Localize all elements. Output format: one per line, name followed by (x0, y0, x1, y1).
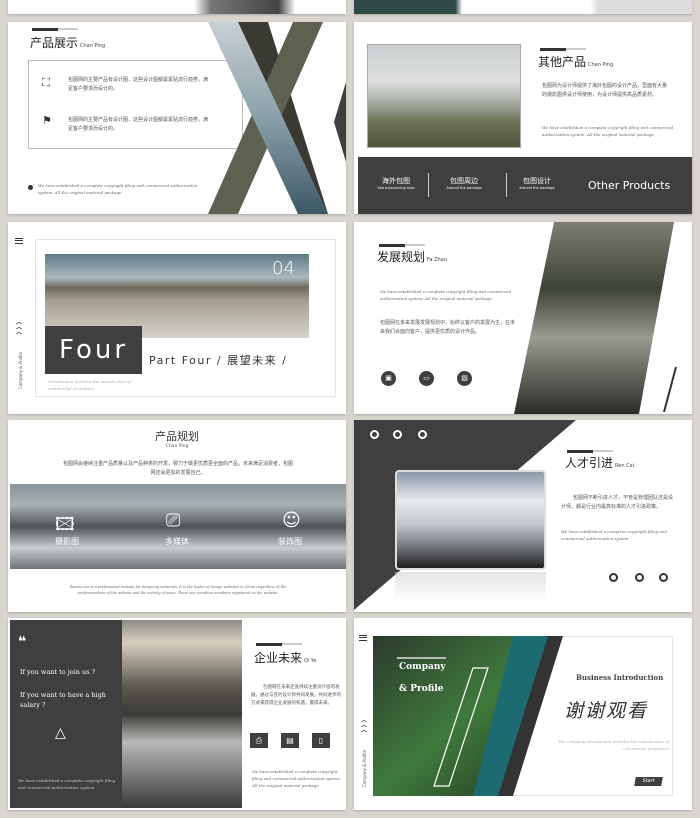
section-title: Four (45, 326, 142, 374)
network-icon: ⛶ (42, 76, 50, 89)
profile-text: & Profile (399, 684, 444, 694)
slide-other-products[interactable]: 其他产品 Chan Ping 包图网为设计师提供了海外包图的设计产品，里面有大量的… (354, 22, 692, 214)
tab-around[interactable]: 包图周边 Around the package (444, 176, 484, 190)
footer-text: We have established a complete copyright… (18, 778, 116, 790)
printer-icon[interactable]: ⎙ (250, 733, 268, 748)
title-bar (567, 449, 613, 453)
slide-title: 发展规划 Fa Zhan (377, 250, 447, 264)
side-label: Company & Profile (362, 750, 367, 788)
book-icon[interactable]: ▯ (312, 733, 330, 748)
intro-text: The company introduction includes the in… (558, 739, 669, 751)
city-photo (122, 620, 242, 808)
triangle-icon: △ (55, 725, 66, 741)
briefcase-icon[interactable]: ▤ (281, 733, 299, 748)
terrace-photo (514, 222, 677, 414)
company-text: Company (399, 662, 446, 672)
footer-text: We have established a complete copyright… (561, 529, 668, 541)
footer-text: Ibaotu.com is a professional website for… (69, 585, 287, 595)
slide-title: 其他产品 Chan Ping (538, 55, 614, 69)
chat-icon[interactable]: ▭ (419, 371, 434, 386)
slide-title: 产品展示 Chan Ping (30, 36, 106, 50)
section-number: 04 (272, 258, 295, 279)
side-label: Company & Profile (18, 352, 23, 390)
icon-label: 装饰图 (278, 537, 302, 546)
item-text: 包图网的主要产品有设计图，这些设计图都紧紧贴流行趋势，满足客户要求而设计的。 (68, 117, 209, 132)
body-text: 包图网在未来还会持续注重设计层的发展，通过与签约设计师共同发展，共同进步的方式来… (251, 685, 341, 706)
slide-subtitle: Chan Ping (165, 444, 189, 449)
other-products-label: Other Products (588, 179, 671, 192)
business-intro-label: Business Introduction (576, 673, 664, 682)
slide-product-planning[interactable]: 产品规划 Chan Ping 包图网会继续注重产品质量以及产品种类的开发，致力于… (8, 420, 346, 612)
footer-text: We have established a complete copyright… (38, 183, 198, 195)
slide-thanks[interactable]: ︿ ︿ ︿ Company & Profile Company & Profile … (354, 618, 692, 810)
part-subtitle: Part Four / 展望未来 / (149, 354, 288, 367)
products-bar: 海外包图 Sea outsourcing map 包图周边 Around the p… (358, 157, 692, 214)
menu-icon[interactable] (359, 635, 367, 641)
divider (506, 173, 507, 197)
slide-partial-top-right[interactable] (354, 0, 692, 14)
body-text: 包图网为设计师提供了海外包图的设计产品，里面有大量的摄影图供设计师使用，为设计师… (542, 83, 668, 98)
circle-icon (659, 573, 668, 582)
slide-title: 人才引进 Ren Cai (565, 456, 635, 470)
slide-development-plan[interactable]: 发展规划 Fa Zhan We have established a comple… (354, 222, 692, 414)
title-bar (379, 243, 425, 247)
chevrons-up-icon: ︿ ︿ ︿ (361, 717, 368, 734)
picture-icon[interactable]: ▨ (457, 371, 472, 386)
body-text: 包图网会继续注重产品质量以及产品种类的开发，致力于做更优质更全面的产品，未来满足… (63, 461, 294, 476)
x-photo-collage (208, 22, 346, 214)
start-button[interactable]: Start (634, 777, 663, 786)
title-bar (540, 47, 586, 51)
title-bar (32, 27, 78, 31)
question-text: If you want to have a high salary ? (20, 691, 106, 709)
slide-title: 产品规划 (155, 430, 199, 443)
body-text: 包图网不断引进人才，不管是管理团队还是设计师，都是行业内最高标准的人才引进政策。 (561, 495, 674, 510)
thanks-title: 谢谢观看 (564, 700, 649, 722)
video-camera-icon: ⎚ (166, 510, 181, 531)
divider (428, 173, 429, 197)
question-text: If you want to join us ? (20, 668, 96, 676)
icon-label: 多媒体 (165, 537, 189, 546)
person-icon: ☺ (282, 510, 301, 531)
item-text: 包图网的主要产品有设计图，这些设计图都紧紧贴流行趋势，满足客户要求而设计的。 (68, 77, 209, 92)
image-icon[interactable]: ▣ (381, 371, 396, 386)
circle-icon (609, 573, 618, 582)
tab-overseas[interactable]: 海外包图 Sea outsourcing map (376, 176, 416, 190)
slide-title: 企业未来 Qi Ye (254, 651, 317, 665)
body-text: 包图网在未来发展发展规划中，始终以客户的发展为主，在未来我们会面向客户，提供更优… (380, 320, 516, 335)
slide-talent[interactable]: 人才引进 Ren Cai 包图网不断引进人才，不管是管理团队还是设计师，都是行业内… (354, 420, 692, 612)
growth-icon: ⚑ (42, 114, 52, 127)
menu-icon[interactable] (15, 238, 23, 244)
mountain-banner: 🖾 摄影图 ⎚ 多媒体 ☺ 装饰图 (10, 484, 346, 569)
bullet-dot (28, 185, 33, 190)
mountain-photo (395, 470, 546, 570)
circle-icon (418, 430, 427, 439)
tab-design[interactable]: 包图设计 Around the package (517, 176, 557, 190)
footer-text: We have established a complete copyright… (380, 289, 511, 301)
chevrons-up-icon: ︿ ︿ ︿ (16, 319, 23, 336)
intro-text: Introduction includes the introduction o… (48, 379, 131, 391)
quote-panel: ❝ If you want to join us ? If you want t… (10, 620, 122, 808)
footer-text: We have established a complete copyright… (542, 125, 673, 137)
slide-part-four[interactable]: ︿ ︿ ︿ Company & Profile 04 Four Part Four … (8, 222, 346, 414)
footer-text: We have established a complete copyright… (252, 769, 342, 788)
slide-partial-top-left[interactable] (8, 0, 346, 14)
circle-icon (370, 430, 379, 439)
icon-label: 摄影图 (55, 537, 79, 546)
fern-photo (373, 636, 563, 796)
slide-product-showcase[interactable]: 产品展示 Chan Ping ⛶ 包图网的主要产品有设计图，这些设计图都紧紧贴流行… (8, 22, 346, 214)
photo-reflection (395, 572, 546, 602)
circle-icon (635, 573, 644, 582)
quote-icon: ❝ (18, 634, 27, 650)
mountain-photo (367, 44, 521, 148)
title-bar (256, 642, 302, 646)
slide-company-future[interactable]: ❝ If you want to join us ? If you want t… (8, 618, 346, 810)
circle-icon (393, 430, 402, 439)
